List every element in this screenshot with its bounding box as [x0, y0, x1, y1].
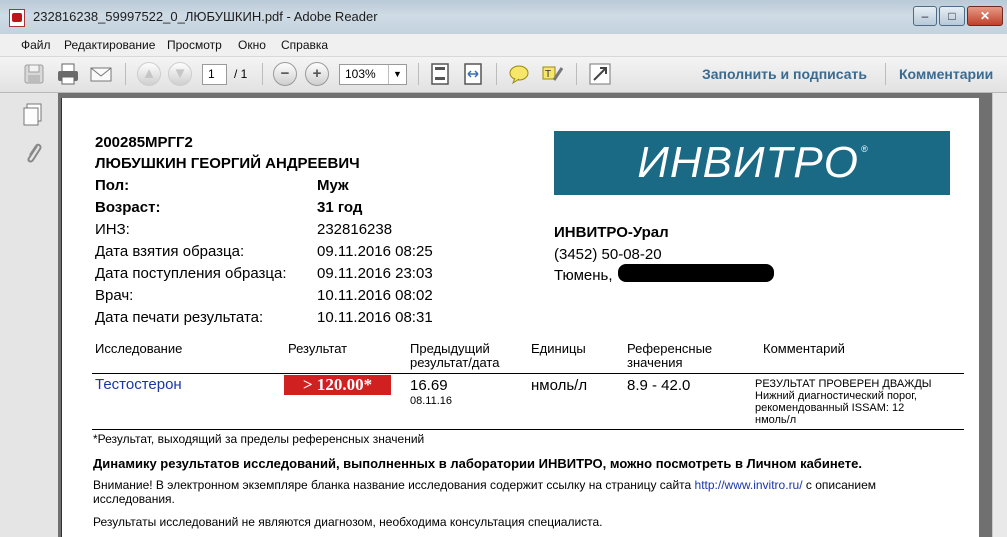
field-label: Врач:	[95, 287, 134, 304]
header-reference: Референсные	[627, 341, 713, 356]
attention-note-2: исследования.	[93, 492, 175, 506]
lab-phone: (3452) 50-08-20	[554, 246, 662, 263]
comment-line: нмоль/л	[755, 414, 797, 426]
field-value: 232816238	[317, 221, 393, 238]
dynamics-note: Динамику результатов исследований, выпол…	[93, 456, 862, 471]
field-label: Дата поступления образца:	[95, 265, 287, 282]
page-total: / 1	[234, 67, 248, 81]
menu-file[interactable]: Файл	[21, 38, 51, 52]
maximize-button[interactable]: □	[939, 6, 965, 26]
lab-name: ИНВИТРО-Урал	[554, 224, 669, 241]
comment-icon[interactable]	[507, 62, 531, 86]
comment-line: РЕЗУЛЬТАТ ПРОВЕРЕН ДВАЖДЫ	[755, 378, 932, 390]
comment-line: рекомендованный ISSAM: 12	[755, 402, 905, 414]
pdf-page: 200285МРГГ2 ЛЮБУШКИН ГЕОРГИЙ АНДРЕЕВИЧ П…	[61, 98, 979, 537]
svg-text:T: T	[545, 69, 551, 80]
highlight-icon[interactable]: T	[540, 62, 564, 86]
attention-text: Внимание! В электронном экземпляре бланк…	[93, 478, 695, 492]
title-bar: 232816238_59997522_0_ЛЮБУШКИН.pdf - Adob…	[0, 0, 1007, 34]
vertical-scrollbar[interactable]	[992, 93, 1007, 537]
reference-value: 8.9 - 42.0	[627, 377, 691, 394]
previous-page-icon[interactable]: ▲	[137, 62, 161, 86]
page-number-input[interactable]: 1	[202, 64, 227, 85]
close-button[interactable]: ✕	[967, 6, 1003, 26]
chevron-down-icon[interactable]: ▼	[388, 65, 406, 84]
field-label: Пол:	[95, 177, 130, 194]
lab-city: Тюмень,	[554, 267, 613, 284]
fit-page-icon[interactable]	[428, 62, 452, 86]
field-value: 09.11.2016 23:03	[317, 265, 433, 282]
zoom-in-icon[interactable]: +	[305, 62, 329, 86]
previous-value: 16.69	[410, 377, 448, 394]
field-value: Муж	[317, 177, 349, 194]
table-bottom-line	[92, 429, 964, 430]
invitro-logo: ИНВИТРО ®	[554, 131, 950, 195]
menu-window[interactable]: Окно	[238, 38, 266, 52]
comments-link[interactable]: Комментарии	[899, 66, 993, 82]
fill-sign-link[interactable]: Заполнить и подписать	[702, 66, 867, 82]
order-id: 200285МРГГ2	[95, 134, 193, 151]
header-previous-date: результат/дата	[410, 355, 500, 370]
result-value: > 120.00*	[284, 375, 391, 395]
print-icon[interactable]	[56, 62, 80, 86]
next-page-icon[interactable]: ▼	[168, 62, 192, 86]
pdf-file-icon	[9, 9, 25, 27]
comment-line: Нижний диагностический порог,	[755, 390, 917, 402]
minimize-button[interactable]: –	[913, 6, 937, 26]
menu-help[interactable]: Справка	[281, 38, 328, 52]
toolbar: ▲ ▼ 1 / 1 − + 103% ▼ T Заполнить и подпи…	[0, 57, 1007, 93]
field-label: Возраст:	[95, 199, 161, 216]
invitro-link[interactable]: http://www.invitro.ru/	[695, 478, 803, 492]
logo-text: ИНВИТРО	[637, 138, 859, 187]
redacted-address	[618, 264, 774, 282]
field-value: 31 год	[317, 199, 363, 216]
field-label: Дата печати результата:	[95, 309, 264, 326]
fullscreen-icon[interactable]	[588, 62, 612, 86]
field-label: Дата взятия образца:	[95, 243, 245, 260]
field-label: ИНЗ:	[95, 221, 130, 238]
registered-mark: ®	[860, 144, 869, 154]
zoom-value: 103%	[345, 67, 376, 81]
window-title: 232816238_59997522_0_ЛЮБУШКИН.pdf - Adob…	[33, 9, 378, 24]
email-icon[interactable]	[89, 62, 113, 86]
zoom-out-icon[interactable]: −	[273, 62, 297, 86]
header-test: Исследование	[95, 341, 183, 356]
navigation-panel	[0, 93, 59, 537]
footnote: *Результат, выходящий за пределы референ…	[93, 432, 425, 446]
fit-width-icon[interactable]	[461, 62, 485, 86]
header-reference-2: значения	[627, 355, 683, 370]
attachment-icon[interactable]	[22, 140, 44, 166]
table-divider	[92, 373, 964, 374]
patient-name: ЛЮБУШКИН ГЕОРГИЙ АНДРЕЕВИЧ	[95, 155, 360, 172]
units-value: нмоль/л	[531, 377, 588, 394]
header-units: Единицы	[531, 341, 586, 356]
zoom-select[interactable]: 103% ▼	[339, 64, 407, 85]
field-value: 10.11.2016 08:02	[317, 287, 433, 304]
field-value: 09.11.2016 08:25	[317, 243, 433, 260]
previous-date: 08.11.16	[410, 395, 453, 407]
attention-note: Внимание! В электронном экземпляре бланк…	[93, 478, 876, 492]
header-comment: Комментарий	[763, 341, 845, 356]
field-value: 10.11.2016 08:31	[317, 309, 433, 326]
save-icon[interactable]	[22, 62, 46, 86]
menu-view[interactable]: Просмотр	[167, 38, 222, 52]
disclaimer: Результаты исследований не являются диаг…	[93, 515, 603, 529]
pages-icon[interactable]	[22, 103, 44, 127]
test-link[interactable]: Тестостерон	[95, 376, 182, 393]
header-result: Результат	[288, 341, 348, 356]
attention-text-end: с описанием	[802, 478, 877, 492]
menu-edit[interactable]: Редактирование	[64, 38, 155, 52]
header-previous: Предыдущий	[410, 341, 490, 356]
menu-bar: Файл Редактирование Просмотр Окно Справк…	[0, 34, 1007, 57]
